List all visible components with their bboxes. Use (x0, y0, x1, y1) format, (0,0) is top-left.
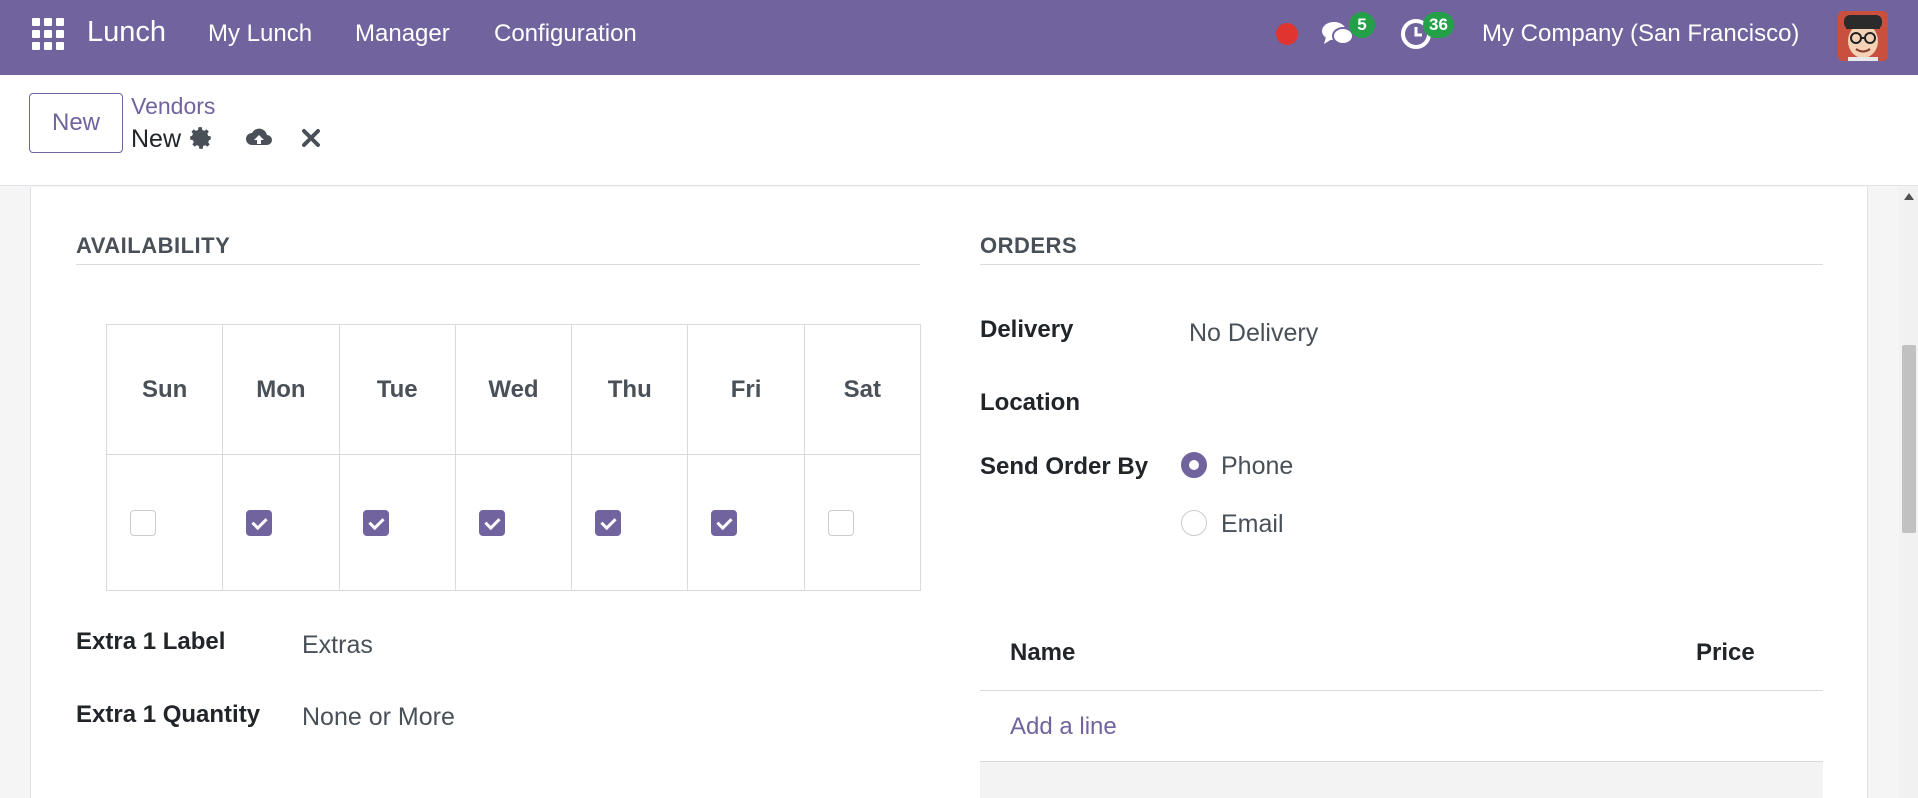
day-cell-fri (687, 454, 805, 591)
breadcrumb-vendors[interactable]: Vendors (131, 93, 215, 120)
menu-configuration[interactable]: Configuration (494, 20, 637, 48)
day-cell-tue (338, 454, 456, 591)
column-header-price[interactable]: Price (1696, 639, 1755, 667)
day-cell-sun (105, 454, 224, 591)
vertical-scrollbar[interactable] (1899, 187, 1918, 798)
checkbox-mon[interactable] (246, 509, 273, 536)
menu-manager[interactable]: Manager (355, 20, 450, 48)
checkbox-thu[interactable] (595, 509, 622, 536)
extra1-quantity-field[interactable]: None or More (302, 703, 455, 732)
delivery-field[interactable]: No Delivery (1189, 319, 1318, 348)
orders-divider (980, 264, 1823, 265)
column-header-name[interactable]: Name (1010, 639, 1075, 667)
extra1-label-label: Extra 1 Label (76, 628, 226, 655)
availability-divider (76, 264, 920, 265)
scroll-thumb[interactable] (1902, 345, 1916, 533)
day-cell-sat (803, 454, 922, 591)
delivery-label: Delivery (980, 316, 1074, 343)
day-header-mon: Mon (222, 324, 340, 455)
location-label: Location (980, 389, 1080, 416)
discard-close-icon[interactable] (298, 125, 324, 151)
orders-section-title: ORDERS (980, 233, 1078, 258)
availability-table: Sun Mon Tue Wed Thu Fri Sat (105, 324, 922, 591)
messages-badge: 5 (1349, 12, 1375, 38)
radio-email[interactable] (1181, 510, 1207, 536)
day-cell-mon (222, 454, 340, 591)
activities-badge: 36 (1423, 12, 1454, 38)
checkbox-sun[interactable] (130, 509, 156, 536)
add-line-link[interactable]: Add a line (1010, 713, 1117, 741)
new-button[interactable]: New (29, 93, 123, 153)
availability-section-title: AVAILABILITY (76, 233, 231, 258)
checkbox-wed[interactable] (478, 509, 505, 536)
company-switcher[interactable]: My Company (San Francisco) (1482, 20, 1799, 48)
day-header-fri: Fri (687, 324, 805, 455)
day-cell-wed (454, 454, 573, 591)
radio-phone-label[interactable]: Phone (1221, 452, 1293, 481)
day-header-tue: Tue (338, 324, 456, 455)
lines-table-footer (980, 762, 1823, 798)
breadcrumb-current: New (131, 125, 182, 153)
lines-table-header: Name Price (980, 635, 1823, 691)
checkbox-tue[interactable] (362, 509, 389, 536)
save-cloud-icon[interactable] (244, 123, 274, 153)
menu-my-lunch[interactable]: My Lunch (208, 20, 312, 48)
control-panel: New Vendors New (0, 75, 1918, 186)
day-header-wed: Wed (454, 324, 573, 455)
day-cell-thu (571, 454, 689, 591)
apps-grid-icon[interactable] (32, 18, 64, 50)
day-header-sun: Sun (105, 324, 224, 455)
scroll-up-arrow-icon[interactable] (1904, 193, 1914, 200)
record-indicator-icon[interactable] (1276, 23, 1298, 45)
checkbox-sat[interactable] (827, 509, 854, 536)
app-brand[interactable]: Lunch (87, 16, 166, 49)
top-navbar: Lunch My Lunch Manager Configuration 5 3… (0, 0, 1918, 75)
radio-email-label[interactable]: Email (1221, 510, 1284, 539)
send-order-by-label: Send Order By (980, 453, 1149, 480)
gear-icon[interactable] (188, 125, 214, 151)
extra1-quantity-label: Extra 1 Quantity (76, 701, 261, 728)
user-avatar[interactable] (1838, 11, 1888, 61)
day-header-sat: Sat (803, 324, 922, 455)
day-header-thu: Thu (571, 324, 689, 455)
checkbox-fri[interactable] (711, 509, 738, 536)
radio-phone[interactable] (1181, 452, 1207, 478)
extra1-label-field[interactable]: Extras (302, 631, 373, 660)
